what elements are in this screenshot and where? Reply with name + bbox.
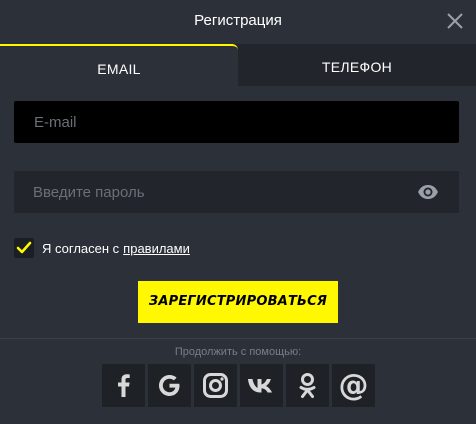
eye-icon bbox=[418, 185, 438, 199]
tab-bar: EMAIL ТЕЛЕФОН bbox=[0, 44, 476, 86]
tab-phone[interactable]: ТЕЛЕФОН bbox=[238, 44, 476, 86]
email-input[interactable] bbox=[14, 101, 459, 143]
vk-icon bbox=[248, 379, 272, 393]
modal-header: Регистрация bbox=[0, 0, 476, 44]
terms-text: Я согласен с bbox=[42, 240, 120, 256]
social-login-label: Продолжить с помощью: bbox=[174, 346, 302, 358]
vk-login-button[interactable] bbox=[240, 364, 283, 407]
terms-agreement-row: Я согласен с правилами bbox=[14, 237, 190, 259]
instagram-login-button[interactable] bbox=[194, 364, 237, 407]
checkmark-icon bbox=[16, 241, 32, 254]
close-icon bbox=[447, 13, 463, 29]
close-button[interactable] bbox=[444, 10, 466, 32]
odnoklassniki-login-button[interactable] bbox=[286, 364, 329, 407]
google-icon bbox=[159, 375, 180, 396]
facebook-login-button[interactable] bbox=[102, 364, 145, 407]
facebook-icon bbox=[118, 374, 130, 397]
divider bbox=[0, 338, 476, 339]
terms-link[interactable]: правилами bbox=[123, 241, 190, 256]
email-login-button[interactable]: @ bbox=[332, 364, 375, 407]
google-login-button[interactable] bbox=[148, 364, 191, 407]
terms-checkbox[interactable] bbox=[14, 238, 34, 258]
modal-title: Регистрация bbox=[194, 12, 282, 29]
tab-email[interactable]: EMAIL bbox=[0, 44, 238, 86]
password-input[interactable] bbox=[14, 171, 404, 213]
password-field-wrapper bbox=[14, 171, 459, 213]
register-button[interactable]: ЗАРЕГИСТРИРОВАТЬСЯ bbox=[138, 281, 338, 323]
email-at-icon: @ bbox=[338, 368, 369, 403]
odnoklassniki-icon bbox=[299, 373, 316, 398]
instagram-icon bbox=[203, 373, 228, 398]
show-password-button[interactable] bbox=[417, 182, 439, 202]
